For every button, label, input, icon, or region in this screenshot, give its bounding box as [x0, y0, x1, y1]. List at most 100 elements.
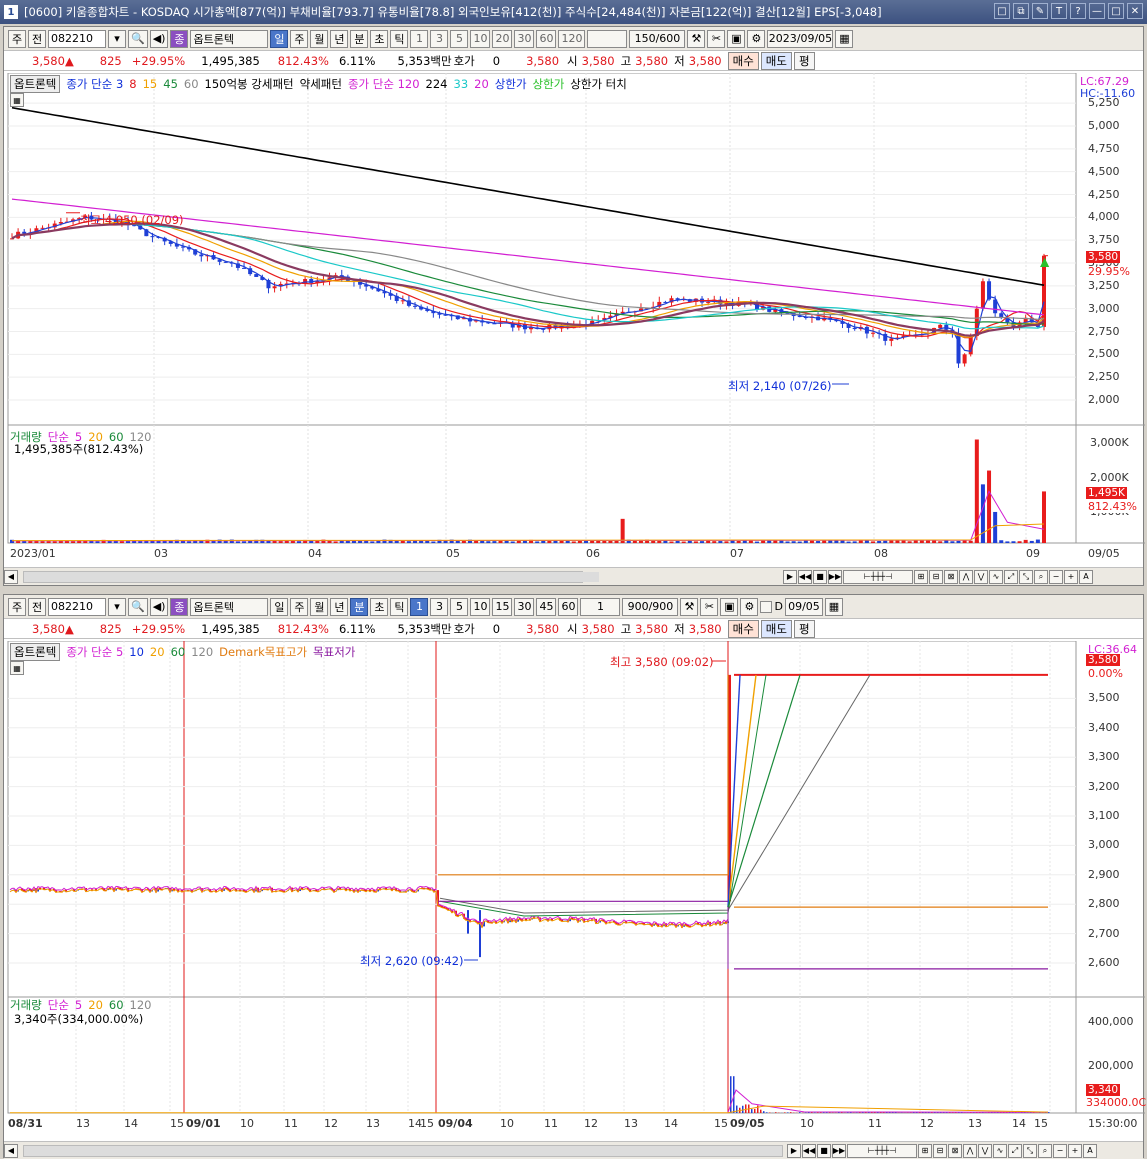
gear-icon[interactable]: ⚙	[747, 30, 765, 48]
scroll-left-icon[interactable]: ◀	[4, 570, 18, 584]
rewind-icon[interactable]: ◀◀	[798, 570, 812, 584]
interval-3[interactable]: 3	[430, 598, 448, 616]
legend-ma-15[interactable]: 15	[143, 77, 158, 91]
daily-chart-area[interactable]: ▲ 옵트론텍 종가 단순 3 8 15 45 60 150억봉 강세패턴 약세패…	[4, 73, 1143, 569]
date-input[interactable]: 09/05	[785, 598, 823, 616]
interval-10[interactable]: 10	[470, 598, 490, 616]
interval-3[interactable]: 3	[430, 30, 448, 48]
legend-weak[interactable]: 약세패턴	[300, 76, 342, 92]
vol-ma-60[interactable]: 60	[109, 998, 124, 1012]
calendar-icon[interactable]: ▦	[835, 30, 853, 48]
interval-60[interactable]: 60	[558, 598, 578, 616]
minimize-button[interactable]: —	[1089, 3, 1105, 19]
legend-ma-120[interactable]: 120	[191, 645, 213, 659]
legend-ma-20[interactable]: 20	[150, 645, 165, 659]
grid-toggle-icon[interactable]: ▦	[10, 661, 24, 675]
interval-select[interactable]	[587, 30, 627, 48]
text-icon[interactable]: T	[1051, 3, 1067, 19]
scroll-left-icon[interactable]: ◀	[4, 1144, 18, 1158]
period-tick[interactable]: 틱	[390, 598, 408, 616]
period-minute[interactable]: 분	[350, 598, 368, 616]
period-week[interactable]: 주	[290, 30, 308, 48]
dropdown-icon[interactable]: ▾	[108, 598, 126, 616]
date-input[interactable]: 2023/09/05	[767, 30, 833, 48]
sell-button[interactable]: 매도	[761, 620, 792, 638]
period-week[interactable]: 주	[290, 598, 308, 616]
all-select[interactable]: 전	[28, 598, 46, 616]
vol-ma-5[interactable]: 5	[75, 998, 82, 1012]
period-minute[interactable]: 분	[350, 30, 368, 48]
grid-toggle-icon[interactable]: ▦	[10, 93, 24, 107]
tool-4-icon[interactable]: ⋀	[963, 1144, 977, 1158]
zoom-slider[interactable]: ⊢┼┼┼⊣	[847, 1144, 917, 1158]
zoom-icon[interactable]: ⌕	[1034, 570, 1048, 584]
period-year[interactable]: 년	[330, 598, 348, 616]
legend-stock-name[interactable]: 옵트론텍	[10, 75, 60, 93]
period-second[interactable]: 초	[370, 30, 388, 48]
interval-5[interactable]: 5	[450, 30, 468, 48]
config-icon[interactable]: ✂	[700, 598, 718, 616]
minute-scrollbar[interactable]: ◀ ▶ ◀◀ ■ ▶▶ ⊢┼┼┼⊣ ⊞ ⊟ ⊠ ⋀ ⋁ ∿ ⤢ ⤡ ⌕ − + …	[4, 1141, 1143, 1159]
minus-icon[interactable]: −	[1049, 570, 1063, 584]
interval-60[interactable]: 60	[536, 30, 556, 48]
gear-icon[interactable]: ⚙	[740, 598, 758, 616]
legend-ma-10[interactable]: 10	[129, 645, 144, 659]
zoom-slider[interactable]: ⊢┼┼┼⊣	[843, 570, 913, 584]
legend-ma-60[interactable]: 60	[171, 645, 186, 659]
legend-stock-name[interactable]: 옵트론텍	[10, 643, 60, 661]
period-month[interactable]: 월	[310, 598, 328, 616]
minute-chart-svg[interactable]	[4, 641, 1145, 1141]
interval-10[interactable]: 10	[470, 30, 490, 48]
interval-120[interactable]: 120	[558, 30, 585, 48]
plus-icon[interactable]: +	[1068, 1144, 1082, 1158]
forward-icon[interactable]: ▶▶	[832, 1144, 846, 1158]
stop-icon[interactable]: ■	[813, 570, 827, 584]
count-input[interactable]: 150/600	[629, 30, 685, 48]
calendar-icon[interactable]: ▦	[825, 598, 843, 616]
period-second[interactable]: 초	[370, 598, 388, 616]
interval-select[interactable]: 1	[580, 598, 620, 616]
period-tick[interactable]: 틱	[390, 30, 408, 48]
eval-button[interactable]: 평	[794, 52, 815, 70]
day-checkbox[interactable]	[760, 601, 772, 613]
stock-code-input[interactable]: 082210	[48, 30, 106, 48]
daily-chart-svg[interactable]: ▲	[4, 73, 1145, 569]
interval-20[interactable]: 20	[492, 30, 512, 48]
scroll-thumb[interactable]	[24, 572, 599, 582]
scroll-track[interactable]	[23, 1145, 783, 1157]
save-icon[interactable]: ▣	[727, 30, 745, 48]
tool-5-icon[interactable]: ⋁	[974, 570, 988, 584]
forward-icon[interactable]: ▶▶	[828, 570, 842, 584]
minus-icon[interactable]: −	[1053, 1144, 1067, 1158]
daily-scrollbar[interactable]: ◀ ▶ ◀◀ ■ ▶▶ ⊢┼┼┼⊣ ⊞ ⊟ ⊠ ⋀ ⋁ ∿ ⤢ ⤡ ⌕ − + …	[4, 567, 1143, 585]
legend-limit-up2[interactable]: 상한가	[533, 76, 565, 92]
legend-ma-label[interactable]: 종가 단순 5	[66, 644, 123, 660]
interval-1[interactable]: 1	[410, 598, 428, 616]
text-size-icon[interactable]: A	[1079, 570, 1093, 584]
close-button[interactable]: ✕	[1127, 3, 1143, 19]
stock-code-input[interactable]: 082210	[48, 598, 106, 616]
tool-2-icon[interactable]: ⊟	[933, 1144, 947, 1158]
tile-icon[interactable]: ⧉	[1013, 3, 1029, 19]
tool-3-icon[interactable]: ⊠	[944, 570, 958, 584]
legend-ma-120[interactable]: 종가 단순 120	[348, 76, 420, 92]
rewind-icon[interactable]: ◀◀	[802, 1144, 816, 1158]
tools-icon[interactable]: ⚒	[680, 598, 698, 616]
legend-n224[interactable]: 224	[426, 77, 448, 91]
legend-ma-60[interactable]: 60	[184, 77, 199, 91]
all-select[interactable]: 전	[28, 30, 46, 48]
vol-ma-120[interactable]: 120	[130, 998, 152, 1012]
legend-n20[interactable]: 20	[474, 77, 489, 91]
tool-7-icon[interactable]: ⤢	[1008, 1144, 1022, 1158]
sound-icon[interactable]: ◀)	[150, 598, 169, 616]
dropdown-icon[interactable]: ▾	[108, 30, 126, 48]
buy-button[interactable]: 매수	[728, 52, 759, 70]
tool-8-icon[interactable]: ⤡	[1023, 1144, 1037, 1158]
tool-6-icon[interactable]: ∿	[993, 1144, 1007, 1158]
legend-ma-45[interactable]: 45	[163, 77, 178, 91]
legend-n33[interactable]: 33	[454, 77, 469, 91]
legend-touch[interactable]: 상한가 터치	[570, 76, 627, 92]
interval-5[interactable]: 5	[450, 598, 468, 616]
stop-icon[interactable]: ■	[817, 1144, 831, 1158]
sell-button[interactable]: 매도	[761, 52, 792, 70]
